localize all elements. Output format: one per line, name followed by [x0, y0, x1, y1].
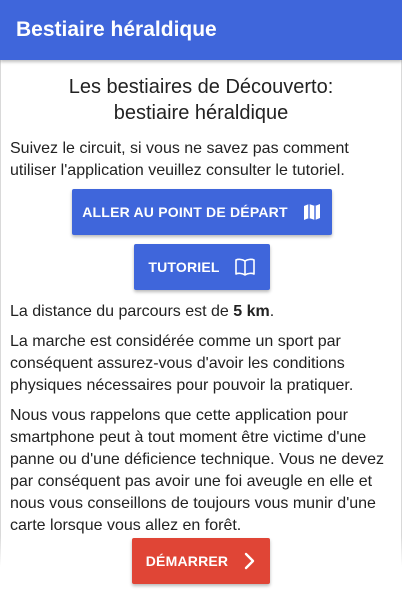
- go-to-start-point-button[interactable]: ALLER AU POINT DE DÉPART: [72, 189, 332, 235]
- start-button[interactable]: DÉMARRER: [132, 538, 270, 584]
- tutorial-button[interactable]: TUTORIEL: [134, 244, 270, 290]
- page-title-line-2: bestiaire héraldique: [113, 102, 289, 124]
- tutorial-label: TUTORIEL: [148, 259, 220, 275]
- book-icon: [234, 257, 256, 277]
- technical-notice: Nous vous rappelons que cette applicatio…: [10, 407, 385, 534]
- start-label: DÉMARRER: [145, 553, 229, 569]
- sport-notice: La marche est considérée comme un sport …: [10, 333, 354, 394]
- map-icon: [302, 202, 322, 222]
- app-title: Bestiaire héraldique: [16, 18, 217, 41]
- distance-suffix: .: [269, 303, 275, 320]
- go-to-start-point-label: ALLER AU POINT DE DÉPART: [82, 204, 288, 220]
- intro-text: Suivez le circuit, si vous ne savez pas …: [10, 140, 349, 179]
- distance-prefix: La distance du parcours est de: [10, 303, 234, 320]
- chevron-right-icon: [242, 552, 256, 570]
- distance-value: 5 km: [233, 303, 270, 320]
- app-bar: Bestiaire héraldique: [0, 0, 402, 60]
- main-content[interactable]: Les bestiaires de Découverto: bestiaire …: [0, 60, 402, 592]
- distance-text: La distance du parcours est de 5 km.: [10, 301, 394, 323]
- page-title-line-1: Les bestiaires de Découverto:: [68, 76, 334, 98]
- page-title: Les bestiaires de Découverto: bestiaire …: [1, 74, 401, 126]
